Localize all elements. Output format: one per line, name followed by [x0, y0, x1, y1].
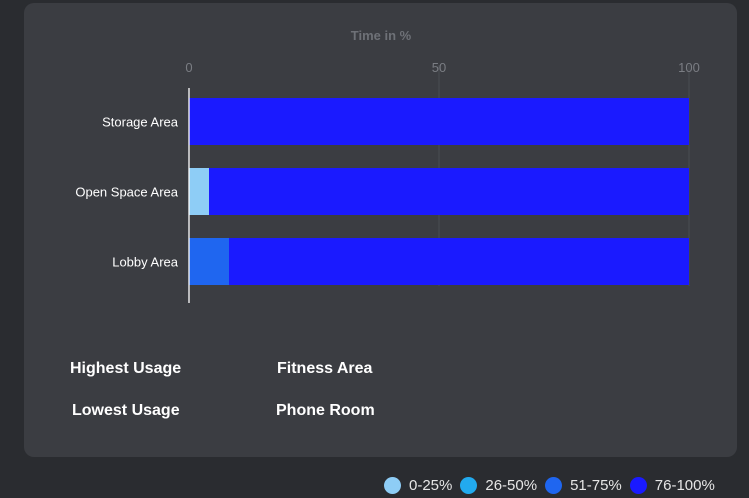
highest-usage-label: Highest Usage	[70, 360, 182, 377]
legend-label: 26-50%	[485, 476, 538, 494]
usage-bar-chart: Time in % 0 50 100 Storage Area Open Space A…	[75, 28, 700, 303]
legend-swatch	[629, 476, 647, 494]
bar-segment[interactable]	[209, 168, 689, 215]
x-tick-label: 100	[678, 60, 700, 75]
legend-swatch	[460, 476, 478, 494]
chart-title: Time in %	[351, 28, 412, 43]
bar-segment[interactable]	[189, 238, 229, 285]
y-category-label: Storage Area	[102, 115, 179, 130]
legend-swatch	[545, 476, 563, 494]
bar-segment[interactable]	[229, 238, 689, 285]
lowest-usage-label: Lowest Usage	[72, 402, 180, 419]
legend-item[interactable]: 26-50%	[460, 476, 538, 494]
y-category-label: Open Space Area	[75, 185, 178, 200]
x-tick-label: 0	[185, 60, 192, 75]
chart-legend: 0-25% 26-50% 51-75% 76-100%	[384, 474, 715, 496]
bar-segment[interactable]	[189, 98, 689, 145]
y-category-label: Lobby Area	[112, 255, 179, 270]
legend-item[interactable]: 0-25%	[384, 476, 453, 494]
lowest-usage-value: Phone Room	[276, 402, 375, 419]
usage-card: Time in % 0 50 100 Storage Area Open Space A…	[24, 3, 737, 457]
legend-label: 76-100%	[654, 476, 715, 494]
legend-label: 51-75%	[570, 476, 622, 494]
x-tick-label: 50	[432, 60, 446, 75]
legend-item[interactable]: 76-100%	[629, 476, 715, 494]
highest-usage-value: Fitness Area	[277, 360, 373, 377]
legend-label: 0-25%	[409, 476, 453, 494]
bar-segment[interactable]	[189, 168, 209, 215]
legend-item[interactable]: 51-75%	[545, 476, 622, 494]
legend-swatch	[384, 476, 401, 494]
